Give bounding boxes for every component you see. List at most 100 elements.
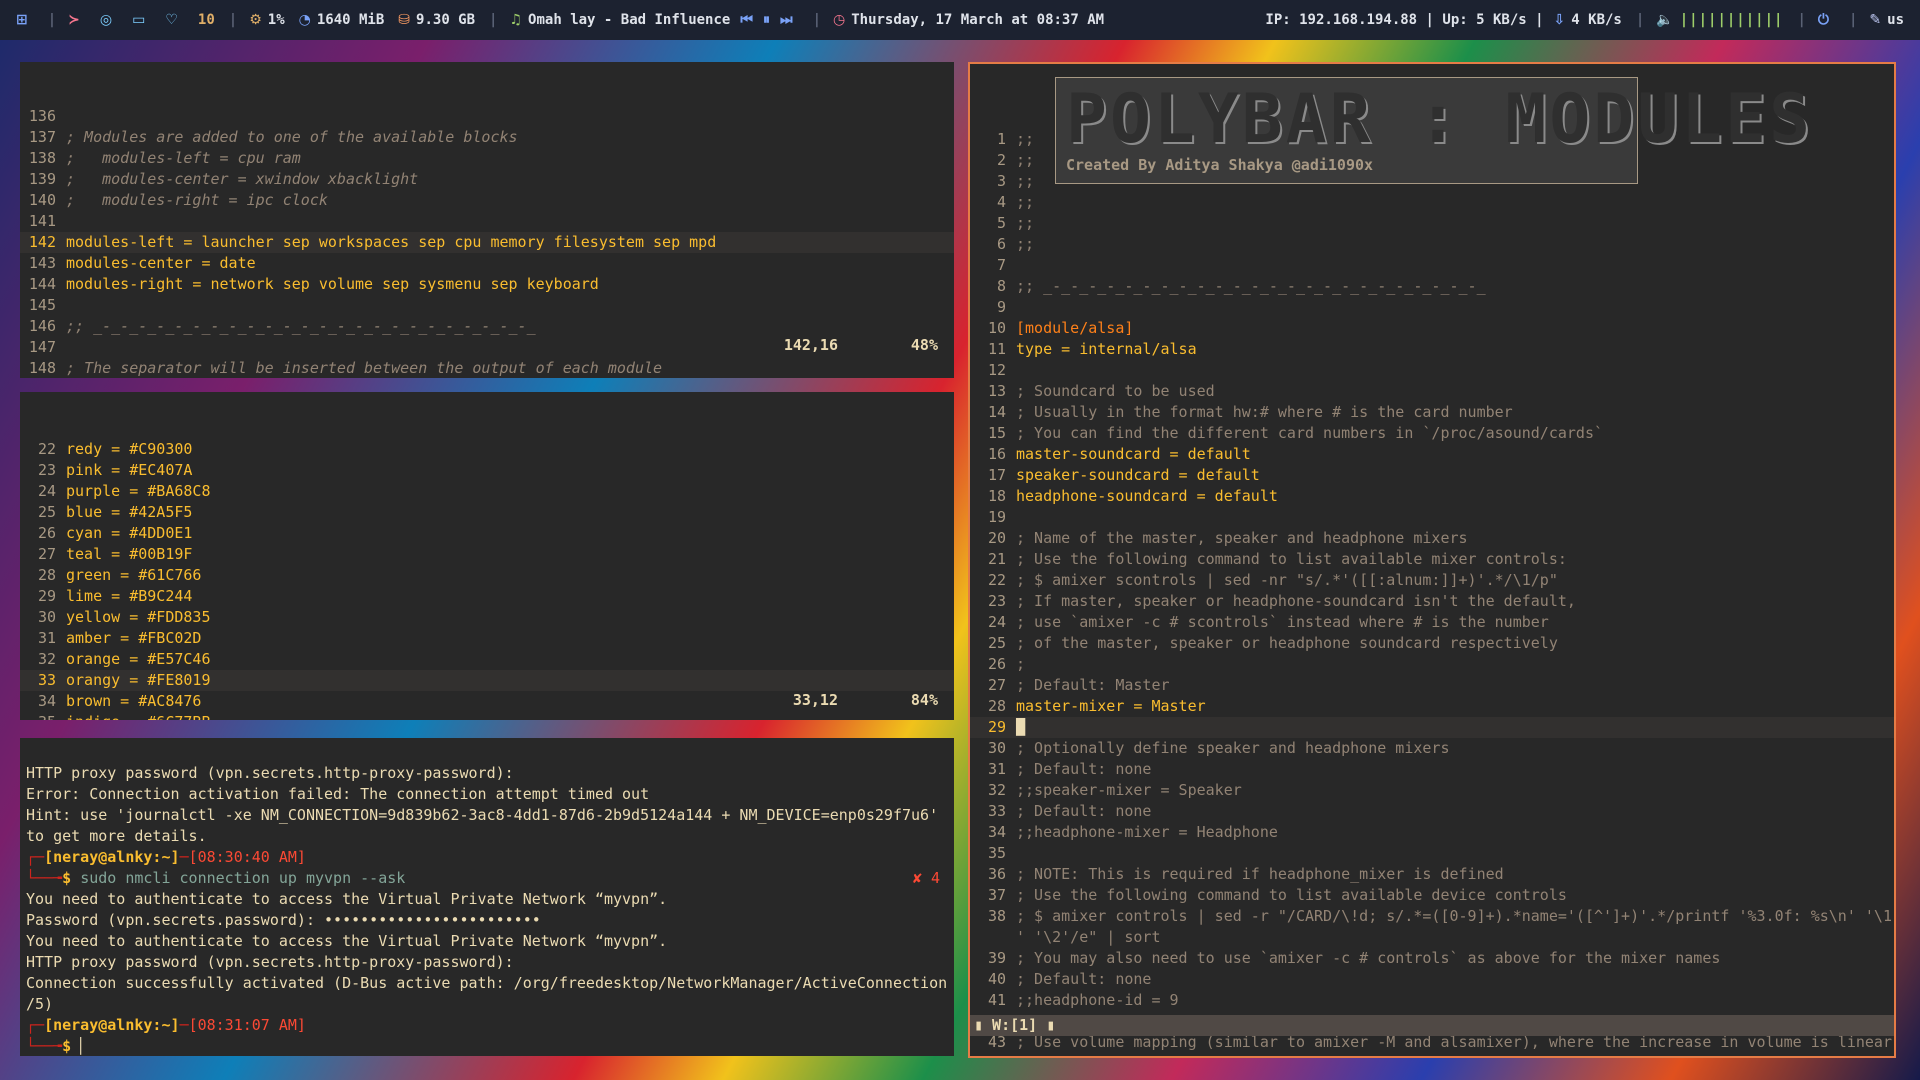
code-line: 19 [970,507,1894,528]
line-text: redy = #C90300 [66,440,193,458]
separator: | [1848,12,1858,28]
code-line: 16 master-soundcard = default [970,444,1894,465]
code-line: ' '\2'/e" | sort [970,927,1894,948]
line-number: 4 [996,193,1006,211]
line-number: 34 [37,692,56,710]
code-line: 39 ; You may also need to use `amixer -c … [970,948,1894,969]
separator: | [47,12,57,28]
line-text: headphone-soundcard = default [1016,487,1278,505]
line-number: 14 [987,403,1006,421]
code-line: 10 [module/alsa] [970,318,1894,339]
keyboard-layout[interactable]: ✎ us [1869,12,1904,28]
code-line: 28 green = #61C766 [20,565,954,586]
code-line: 36 ; NOTE: This is required if headphone_… [970,864,1894,885]
terminal-icon[interactable]: ≻ [68,12,86,28]
line-number: 19 [987,508,1006,526]
line-text: ; Default: Master [1016,676,1170,694]
line-text: └──╼$ ▏ [26,1037,90,1055]
code-line: 14 ; Usually in the format hw:# where # i… [970,402,1894,423]
folder-icon[interactable]: ▭ [132,12,151,28]
terminal-line: /5) [26,994,948,1015]
browser-icon[interactable]: ◎ [100,12,118,28]
volume-icon: 🔈 [1656,12,1674,28]
clock[interactable]: ◷ Thursday, 17 March at 08:37 AM [833,12,1104,28]
line-number: 147 [28,338,56,356]
line-text: speaker-soundcard = default [1016,466,1260,484]
line-number: 22 [37,440,56,458]
code-line: 6;; [970,234,1894,255]
line-text: ;; [1016,235,1035,253]
line-text: ; Default: none [1016,970,1152,988]
code-line: 27 ; Default: Master [970,675,1894,696]
menu-grid-icon[interactable]: ⊞ [16,12,34,28]
line-number: 2 [996,151,1006,169]
line-text: ;; [1016,193,1035,211]
code-line: 17 speaker-soundcard = default [970,465,1894,486]
exit-status: ✘ 4 [912,869,940,887]
line-text: ; of the master, speaker or headphone so… [1016,634,1558,652]
line-number: 40 [987,970,1006,988]
line-text: master-soundcard = default [1016,445,1251,463]
code-line: 13 ; Soundcard to be used [970,381,1894,402]
code-line: 30 yellow = #FDD835 [20,607,954,628]
line-number: 29 [37,587,56,605]
vim-pane-modules[interactable]: POLYBAR : MODULES Created By Aditya Shak… [968,62,1896,1058]
line-text: lime = #B9C244 [66,587,193,605]
line-number: 15 [987,424,1006,442]
code-line: 144 modules-right = network sep volume se… [20,274,954,295]
disk-indicator: ⛁ 9.30 GB [398,12,475,28]
vim-pane-colors[interactable]: 22 redy = #C90300 23 pink = #EC407A 24 purple… [20,392,954,720]
line-text: ; modules-left = cpu ram [66,149,301,167]
code-line: 138 ; modules-left = cpu ram [20,148,954,169]
line-text: Hint: use 'journalctl -xe NM_CONNECTION=… [26,806,939,824]
line-text: ;; [1016,172,1035,190]
code-line: 141 [20,211,954,232]
code-line: to the ear [970,1053,1894,1056]
code-line: 22 redy = #C90300 [20,439,954,460]
code-line: 21 ; Use the following command to list av… [970,549,1894,570]
terminal-line: Hint: use 'journalctl -xe NM_CONNECTION=… [26,805,948,826]
line-number: 10 [987,319,1006,337]
line-text: modules-center = date [66,254,256,272]
memory-indicator: ◔ 1640 MiB [299,12,385,28]
code-line: 32 orange = #E57C46 [20,649,954,670]
prev-track-icon[interactable]: ⏮ [740,12,759,28]
line-text: ;; _-_-_-_-_-_-_-_-_-_-_-_-_-_-_-_-_-_-_… [66,317,536,335]
cursor-position: 142,16 [783,336,838,354]
volume-level[interactable]: ||||||||||| [1680,12,1784,28]
line-number: 145 [28,296,56,314]
line-number: 26 [987,655,1006,673]
line-text: ' '\2'/e" | sort [1016,928,1161,946]
power-icon[interactable]: ⏻ [1818,12,1835,28]
line-text: pink = #EC407A [66,461,193,479]
scroll-percent: 48% [910,336,938,354]
music-player[interactable]: ♫ Omah lay - Bad Influence [509,12,730,28]
terminal-line: ┌─[neray@alnky:~]─[08:31:07 AM] [26,1015,948,1036]
next-track-icon[interactable]: ⏭ [780,12,799,28]
pause-icon[interactable]: ⏸ [763,12,776,28]
code-line: 25 blue = #42A5F5 [20,502,954,523]
code-line: 35 indigo = #6C77BB [20,712,954,720]
line-text: █ [1016,718,1026,736]
line-number: 137 [28,128,56,146]
code-line: 8 ;; _-_-_-_-_-_-_-_-_-_-_-_-_-_-_-_-_-_-… [970,276,1894,297]
banner-title: POLYBAR : MODULES [1066,80,1813,159]
line-number: 5 [996,214,1006,232]
terminal-line: └──╼$ ▏ [26,1036,948,1056]
line-number: 24 [37,482,56,500]
line-number: 12 [987,361,1006,379]
volume-control[interactable]: 🔈 ||||||||||| [1656,12,1783,28]
code-line: 40 ; Default: none [970,969,1894,990]
vim-pane-config[interactable]: 136 137 ; Modules are added to one of the … [20,62,954,378]
line-number: 18 [987,487,1006,505]
terminal-pane[interactable]: HTTP proxy password (vpn.secrets.http-pr… [20,738,954,1056]
line-text: ; Name of the master, speaker and headph… [1016,529,1468,547]
terminal-line: Error: Connection activation failed: The… [26,784,948,805]
code-line: 29 lime = #B9C244 [20,586,954,607]
workspace-count[interactable]: 10 [198,12,215,28]
line-number: 33 [37,671,56,689]
line-text: ; NOTE: This is required if headphone_mi… [1016,865,1504,883]
line-number: 140 [28,191,56,209]
line-text: ;; _-_-_-_-_-_-_-_-_-_-_-_-_-_-_-_-_-_-_… [1016,277,1486,295]
heart-icon[interactable]: ♡ [165,12,184,28]
